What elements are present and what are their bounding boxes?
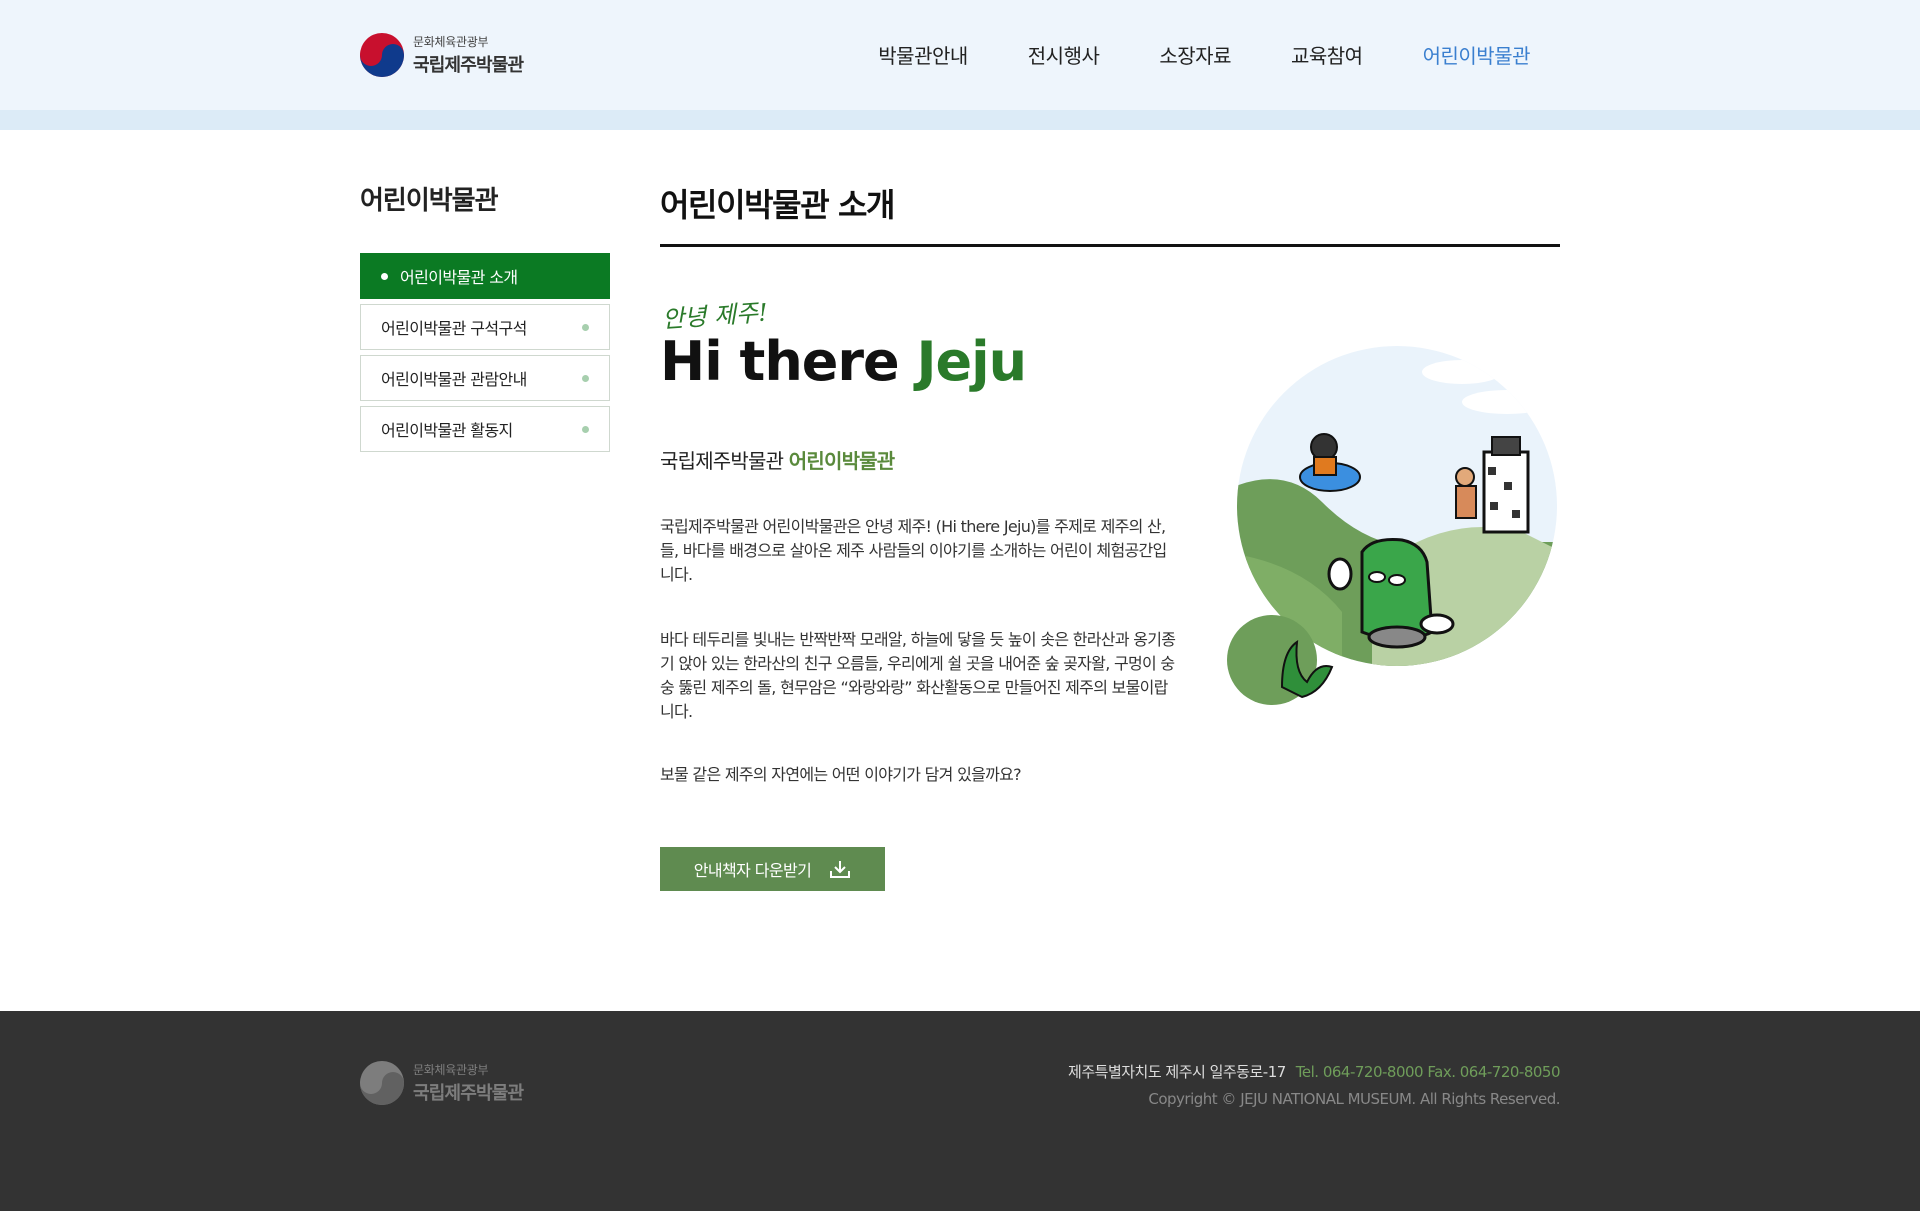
title-divider xyxy=(660,244,1560,247)
footer-address: 제주특별자치도 제주시 일주동로-17 xyxy=(1068,1063,1286,1081)
subtitle-green: 어린이박물관 xyxy=(788,449,895,473)
sidebar-title: 어린이박물관 xyxy=(360,186,499,216)
intro-paragraph-3: 보물 같은 제주의 자연에는 어떤 이야기가 담겨 있을까요? xyxy=(660,765,1022,784)
section-subtitle: 국립제주박물관 어린이박물관 xyxy=(660,445,895,474)
hero-text-black: Hi there xyxy=(660,330,917,393)
main-nav: 박물관안내 전시행사 소장자료 교육참여 어린이박물관 xyxy=(818,40,1530,69)
footer-info: 제주특별자치도 제주시 일주동로-17 Tel. 064-720-8000 Fax… xyxy=(1068,1061,1560,1108)
nav-item-collections[interactable]: 소장자료 xyxy=(1159,40,1231,69)
hero-text-green: Jeju xyxy=(916,330,1027,393)
nav-item-exhibitions[interactable]: 전시행사 xyxy=(1028,40,1100,69)
logo-ministry: 문화체육관광부 xyxy=(413,35,489,49)
bullet-dot-icon xyxy=(582,323,589,331)
jeju-illustration xyxy=(1227,346,1557,705)
site-logo[interactable]: 문화체육관광부 국립제주박물관 xyxy=(360,33,524,77)
bullet-dot-icon xyxy=(582,425,589,433)
sidebar-item-label: 어린이박물관 활동지 xyxy=(381,421,513,440)
sidebar-item-intro[interactable]: 어린이박물관 소개 xyxy=(360,253,610,299)
bullet-dot-icon xyxy=(381,272,388,280)
taegeuk-logo-icon xyxy=(360,33,404,77)
footer-copyright: Copyright © JEJU NATIONAL MUSEUM. All Ri… xyxy=(1148,1090,1560,1108)
nav-item-children-museum[interactable]: 어린이박물관 xyxy=(1423,40,1531,69)
download-icon xyxy=(830,861,851,878)
footer-phone: Tel. 064-720-8000 Fax. 064-720-8050 xyxy=(1295,1063,1561,1081)
taegeuk-logo-icon xyxy=(360,1061,404,1105)
site-header: 문화체육관광부 국립제주박물관 박물관안내 전시행사 소장자료 교육참여 어린이… xyxy=(0,0,1920,110)
header-band xyxy=(0,110,1920,130)
hero-heading: Hi there Jeju xyxy=(660,330,1027,393)
sidebar-item-label: 어린이박물관 소개 xyxy=(400,268,518,287)
logo-museum-name: 국립제주박물관 xyxy=(413,55,524,76)
nav-item-museum-info[interactable]: 박물관안내 xyxy=(878,40,968,69)
main-content: 어린이박물관 소개 안녕 제주! Hi there Jeju 국립제주박물관 어… xyxy=(660,180,1560,891)
hello-jeju-handwriting: 안녕 제주! xyxy=(661,298,769,334)
sidebar-menu: 어린이박물관 소개 어린이박물관 구석구석 어린이박물관 관람안내 어린이박물관… xyxy=(360,253,610,457)
download-guide-button[interactable]: 안내책자 다운받기 xyxy=(660,847,885,891)
footer-logo: 문화체육관광부 국립제주박물관 xyxy=(360,1061,524,1105)
sidebar-item-corners[interactable]: 어린이박물관 구석구석 xyxy=(360,304,610,350)
download-button-label: 안내책자 다운받기 xyxy=(693,861,812,880)
nav-item-education[interactable]: 교육참여 xyxy=(1291,40,1363,69)
sidebar-item-label: 어린이박물관 구석구석 xyxy=(381,319,527,338)
intro-paragraph-2: 바다 테두리를 빛내는 반짝반짝 모래알, 하늘에 닿을 듯 높이 솟은 한라산… xyxy=(660,630,1176,721)
footer-logo-ministry: 문화체육관광부 xyxy=(413,1063,489,1077)
sidebar-item-label: 어린이박물관 관람안내 xyxy=(381,370,527,389)
page-title: 어린이박물관 소개 xyxy=(660,186,895,224)
bullet-dot-icon xyxy=(582,374,589,382)
sidebar-item-visit-guide[interactable]: 어린이박물관 관람안내 xyxy=(360,355,610,401)
intro-paragraph-1: 국립제주박물관 어린이박물관은 안녕 제주! (Hi there Jeju)를 … xyxy=(660,517,1167,584)
site-footer: 문화체육관광부 국립제주박물관 제주특별자치도 제주시 일주동로-17 Tel. … xyxy=(0,1011,1920,1211)
subtitle-black: 국립제주박물관 xyxy=(660,449,789,473)
footer-logo-museum-name: 국립제주박물관 xyxy=(413,1083,524,1104)
sidebar-item-worksheets[interactable]: 어린이박물관 활동지 xyxy=(360,406,610,452)
